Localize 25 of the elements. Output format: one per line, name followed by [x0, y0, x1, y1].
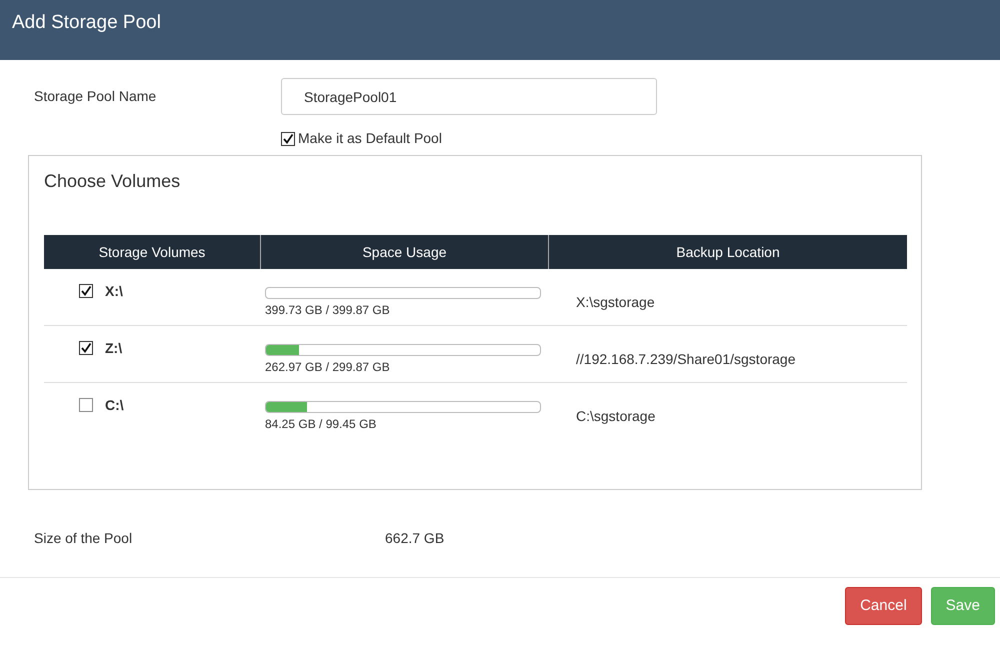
column-header: Space Usage [260, 235, 548, 269]
column-header: Backup Location [548, 235, 907, 269]
checkbox[interactable] [79, 284, 93, 298]
save-button[interactable]: Save [930, 587, 995, 625]
volume-name: C:\ [105, 398, 124, 412]
input-field[interactable]: StoragePool01 [281, 78, 657, 115]
backup-location: X:\sgstorage [576, 294, 655, 310]
usage-text: 262.97 GB / 299.87 GB [265, 359, 391, 376]
field-label: Size of the Pool [34, 528, 134, 548]
panel-title: Choose Volumes [44, 170, 182, 193]
usage-text: 84.25 GB / 99.45 GB [265, 416, 378, 433]
pool-size-value: 662.7 GB [385, 528, 444, 548]
volume-name: X:\ [105, 284, 123, 298]
backup-location: //192.168.7.239/Share01/sgstorage [576, 351, 796, 367]
volume-name: Z:\ [105, 341, 122, 355]
backup-location: C:\sgstorage [576, 408, 656, 424]
column-header: Storage Volumes [98, 242, 206, 262]
checkbox[interactable] [79, 398, 93, 412]
checkbox-label: Make it as Default Pool [298, 129, 442, 148]
field-label: Storage Pool Name [34, 87, 158, 106]
window-title: Add Storage Pool [12, 12, 161, 33]
usage-text: 399.73 GB / 399.87 GB [265, 302, 391, 319]
checkbox[interactable] [79, 341, 93, 355]
cancel-button[interactable]: Cancel [845, 587, 922, 625]
checkbox[interactable] [281, 132, 295, 146]
